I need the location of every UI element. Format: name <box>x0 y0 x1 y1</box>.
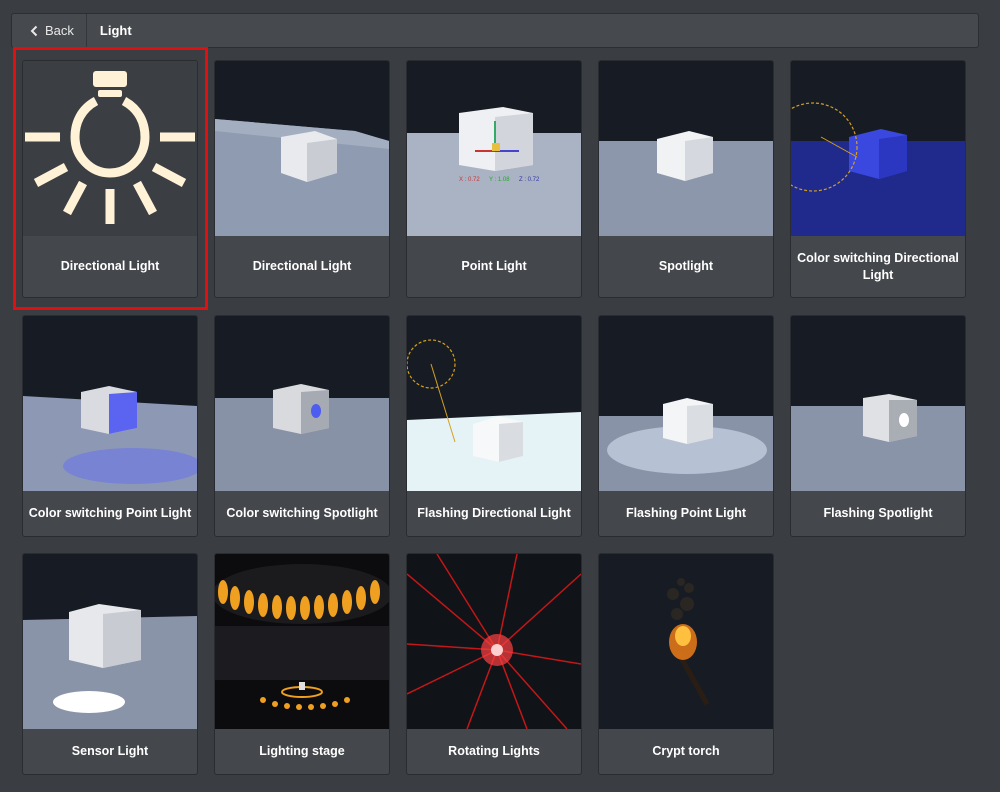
back-button[interactable]: Back <box>12 14 87 47</box>
top-bar: Back Light <box>11 13 979 48</box>
card-thumbnail <box>23 316 197 491</box>
breadcrumb-current: Light <box>99 23 132 38</box>
card-label: Directional Light <box>60 259 160 273</box>
card-label: Point Light <box>461 259 527 273</box>
cube-glow-thumbnail <box>599 316 773 491</box>
card-label: Flashing Point Light <box>625 506 747 520</box>
cube-scene-thumbnail <box>599 61 773 236</box>
card-thumbnail <box>215 316 389 491</box>
card-lighting-stage[interactable]: Lighting stage <box>214 553 390 775</box>
card-thumbnail <box>23 61 197 236</box>
card-color-switching-directional-light[interactable]: Color switching Directional Light <box>790 60 966 298</box>
card-thumbnail <box>215 61 389 236</box>
card-thumbnail <box>215 554 389 729</box>
card-label: Flashing Spotlight <box>823 506 933 520</box>
card-thumbnail <box>23 554 197 729</box>
card-label: Directional Light <box>252 259 352 273</box>
card-label: Sensor Light <box>71 744 149 758</box>
red-rays-thumbnail <box>407 554 581 729</box>
card-thumbnail <box>791 316 965 491</box>
card-thumbnail <box>791 61 965 236</box>
lightbulb-icon <box>25 71 195 224</box>
cube-scene-thumbnail <box>215 61 389 236</box>
card-flashing-point-light[interactable]: Flashing Point Light <box>598 315 774 537</box>
card-thumbnail: X : 0.72 Y : 1.08 Z : 0.72 <box>407 61 581 236</box>
cube-spot-thumbnail <box>215 316 389 491</box>
card-thumbnail <box>599 61 773 236</box>
sensor-scene-thumbnail <box>23 554 197 729</box>
bright-floor-thumbnail <box>407 316 581 491</box>
torch-scene-thumbnail <box>599 554 773 729</box>
card-label: Lighting stage <box>259 744 345 758</box>
card-label: Color switching Directional Light <box>797 250 959 282</box>
card-crypt-torch[interactable]: Crypt torch <box>598 553 774 775</box>
card-flashing-directional-light[interactable]: Flashing Directional Light <box>406 315 582 537</box>
card-thumbnail <box>599 554 773 729</box>
svg-text:Z : 0.72: Z : 0.72 <box>519 177 540 183</box>
chevron-left-icon <box>30 25 38 36</box>
cube-spot-white-thumbnail <box>791 316 965 491</box>
card-directional-light-icon[interactable]: Directional Light <box>22 60 198 298</box>
blue-cube-scene-thumbnail <box>791 61 965 236</box>
card-sensor-light[interactable]: Sensor Light <box>22 553 198 775</box>
card-label: Flashing Directional Light <box>417 506 571 520</box>
cube-gizmo-thumbnail: X : 0.72 Y : 1.08 Z : 0.72 <box>407 61 581 236</box>
card-label: Crypt torch <box>652 744 720 758</box>
card-label: Rotating Lights <box>448 744 540 758</box>
card-color-switching-point-light[interactable]: Color switching Point Light <box>22 315 198 537</box>
card-rotating-lights[interactable]: Rotating Lights <box>406 553 582 775</box>
card-spotlight[interactable]: Spotlight <box>598 60 774 298</box>
cube-blue-light-thumbnail <box>23 316 197 491</box>
card-thumbnail <box>599 316 773 491</box>
card-label: Color switching Spotlight <box>226 506 378 520</box>
card-label: Color switching Point Light <box>28 506 192 520</box>
card-point-light[interactable]: X : 0.72 Y : 1.08 Z : 0.72 Point Light <box>406 60 582 298</box>
card-color-switching-spotlight[interactable]: Color switching Spotlight <box>214 315 390 537</box>
card-flashing-spotlight[interactable]: Flashing Spotlight <box>790 315 966 537</box>
card-label: Spotlight <box>658 259 714 273</box>
svg-text:X : 0.72: X : 0.72 <box>459 177 480 183</box>
stage-scene-thumbnail <box>215 554 389 729</box>
card-directional-light[interactable]: Directional Light <box>214 60 390 298</box>
card-thumbnail <box>407 316 581 491</box>
card-thumbnail <box>407 554 581 729</box>
svg-text:Y : 1.08: Y : 1.08 <box>489 177 510 183</box>
back-label: Back <box>45 23 74 38</box>
